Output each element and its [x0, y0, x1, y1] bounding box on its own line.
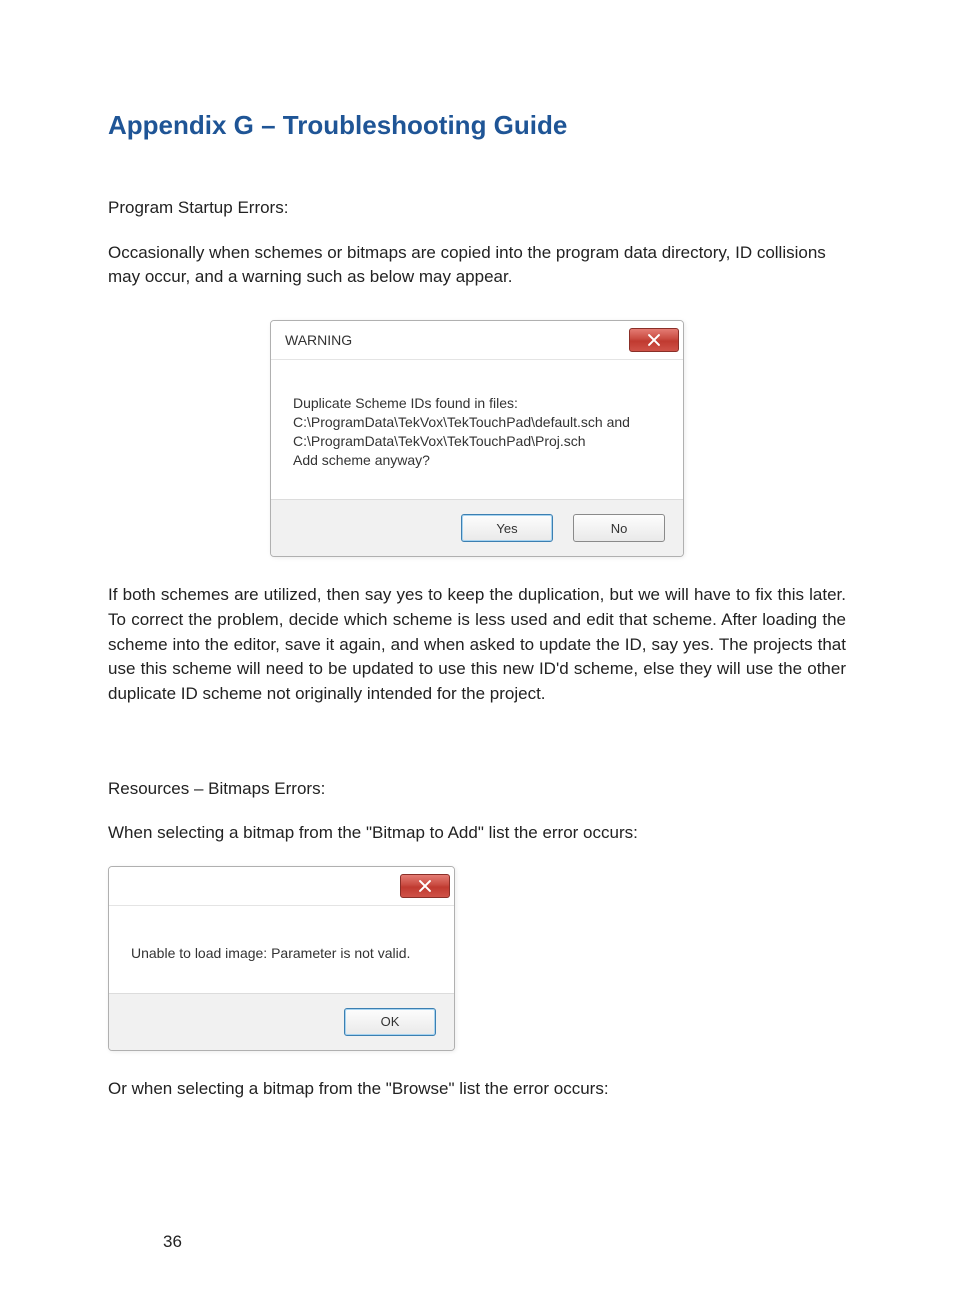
dialog-footer: Yes No	[271, 499, 683, 556]
close-button[interactable]	[629, 328, 679, 352]
close-button[interactable]	[400, 874, 450, 898]
section-title-resources: Resources – Bitmaps Errors:	[108, 777, 846, 802]
no-button[interactable]: No	[573, 514, 665, 542]
warning-dialog: WARNING Duplicate Scheme IDs found in fi…	[270, 320, 684, 558]
dialog-title: WARNING	[285, 332, 352, 348]
explanation-paragraph: If both schemes are utilized, then say y…	[108, 583, 846, 706]
dialog-titlebar: WARNING	[271, 321, 683, 360]
close-icon	[418, 879, 432, 893]
dialog-titlebar	[109, 867, 454, 906]
document-page: Appendix G – Troubleshooting Guide Progr…	[0, 0, 954, 1312]
page-heading: Appendix G – Troubleshooting Guide	[108, 110, 846, 141]
intro-paragraph: Occasionally when schemes or bitmaps are…	[108, 241, 846, 290]
ok-button[interactable]: OK	[344, 1008, 436, 1036]
section-title-startup: Program Startup Errors:	[108, 196, 846, 221]
error-dialog: Unable to load image: Parameter is not v…	[108, 866, 455, 1051]
close-icon	[647, 333, 661, 347]
dialog-footer: OK	[109, 993, 454, 1050]
dialog-message: Duplicate Scheme IDs found in files: C:\…	[271, 360, 683, 500]
yes-button[interactable]: Yes	[461, 514, 553, 542]
browse-intro: Or when selecting a bitmap from the "Bro…	[108, 1077, 846, 1102]
bitmap-add-intro: When selecting a bitmap from the "Bitmap…	[108, 821, 846, 846]
dialog-message: Unable to load image: Parameter is not v…	[109, 906, 454, 993]
